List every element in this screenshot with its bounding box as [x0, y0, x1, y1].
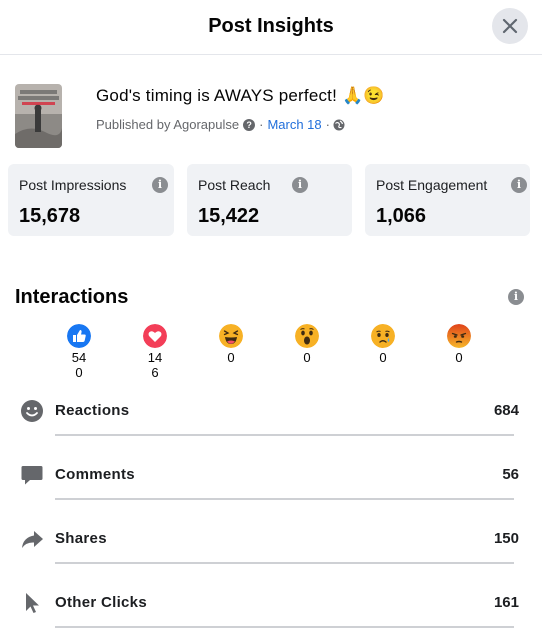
love-icon [143, 324, 167, 348]
help-icon[interactable]: ? [243, 118, 256, 131]
close-button[interactable] [492, 8, 528, 44]
row-divider [55, 498, 514, 500]
reaction-count: 0 [227, 350, 235, 365]
cursor-icon [26, 593, 39, 613]
meta-separator: · [325, 117, 330, 132]
reaction-like: 540 [59, 324, 99, 380]
stat-label: Post Impressions [19, 177, 127, 193]
metric-row-reactions[interactable]: Reactions 684 [20, 399, 519, 443]
reaction-sad: 0 [363, 324, 403, 365]
post-title: God's timing is AWAYS perfect! 🙏😉 [96, 86, 385, 105]
row-divider [55, 434, 514, 436]
row-value: 161 [493, 594, 519, 611]
like-icon [67, 324, 91, 348]
dialog-header: Post Insights [0, 0, 542, 55]
stat-card-engagement: Post Engagement i 1,066 [365, 164, 530, 236]
row-value: 56 [502, 466, 519, 483]
angry-icon [447, 324, 471, 348]
published-by: Published by Agorapulse [96, 117, 240, 132]
row-label: Reactions [55, 402, 130, 419]
stat-value: 15,422 [198, 205, 260, 227]
post-thumbnail[interactable] [15, 84, 62, 148]
reaction-count: 146 [147, 350, 163, 380]
reaction-angry: 0 [439, 324, 479, 365]
globe-icon [333, 119, 345, 130]
reaction-count: 0 [455, 350, 463, 365]
stat-label: Post Reach [198, 177, 271, 193]
row-value: 150 [493, 530, 519, 547]
info-icon[interactable]: i [511, 177, 527, 193]
row-label: Other Clicks [55, 594, 147, 611]
row-divider [55, 626, 514, 628]
metric-row-comments[interactable]: Comments 56 [20, 463, 519, 507]
row-value: 684 [493, 402, 519, 419]
close-icon [502, 18, 518, 34]
haha-icon [219, 324, 243, 348]
stat-card-impressions: Post Impressions i 15,678 [8, 164, 174, 236]
reaction-count: 0 [303, 350, 311, 365]
reaction-wow: 0 [287, 324, 327, 365]
stat-value: 1,066 [376, 205, 427, 227]
wow-icon [295, 324, 319, 348]
info-icon[interactable]: i [508, 289, 524, 305]
share-icon [22, 531, 43, 548]
row-divider [55, 562, 514, 564]
reaction-count: 540 [71, 350, 87, 380]
post-date-link[interactable]: March 18 [267, 117, 321, 132]
stat-value: 15,678 [19, 205, 81, 227]
post-summary: God's timing is AWAYS perfect! 🙏😉 Publis… [15, 84, 530, 148]
reaction-count: 0 [379, 350, 387, 365]
metric-row-shares[interactable]: Shares 150 [20, 527, 519, 571]
smiley-icon [21, 400, 43, 422]
meta-separator: · [259, 117, 264, 132]
comment-icon [21, 466, 43, 485]
info-icon[interactable]: i [292, 177, 308, 193]
row-label: Comments [55, 466, 135, 483]
stat-card-reach: Post Reach i 15,422 [187, 164, 352, 236]
reaction-haha: 0 [211, 324, 251, 365]
stat-label: Post Engagement [376, 177, 488, 193]
interactions-title: Interactions [15, 286, 129, 308]
dialog-title: Post Insights [208, 15, 334, 37]
sad-icon [371, 324, 395, 348]
post-meta: Published by Agorapulse ? · March 18 · [96, 117, 345, 132]
info-icon[interactable]: i [152, 177, 168, 193]
metric-row-other-clicks[interactable]: Other Clicks 161 [20, 591, 519, 635]
post-thumbnail-image [15, 84, 62, 148]
reaction-love: 146 [135, 324, 175, 380]
row-label: Shares [55, 530, 107, 547]
